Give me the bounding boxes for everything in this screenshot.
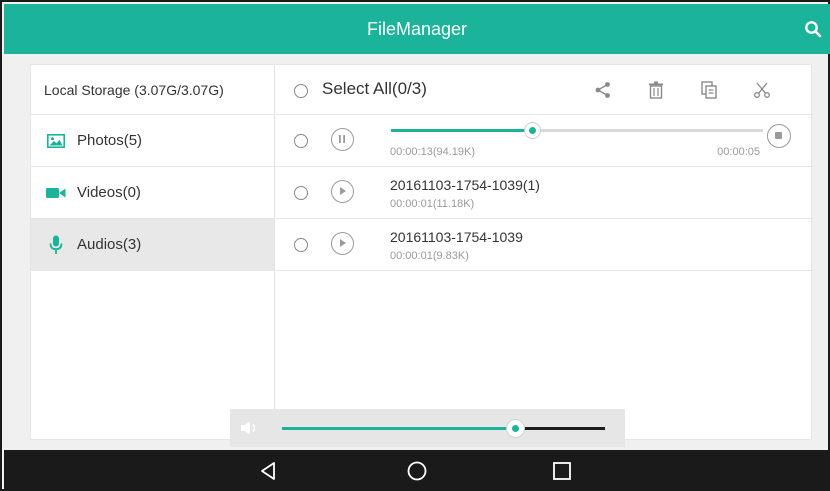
delete-icon[interactable] xyxy=(647,81,665,99)
sidebar-item-label: Audios(3) xyxy=(77,236,142,253)
copy-icon[interactable] xyxy=(700,81,718,99)
sidebar-item-audios[interactable]: Audios(3) xyxy=(31,219,274,271)
play-button[interactable] xyxy=(331,232,354,255)
audio-row[interactable]: 20161103-1754-1039(1) 00:00:01(11.18K) xyxy=(276,167,813,219)
speaker-icon xyxy=(241,421,256,435)
select-all-label[interactable]: Select All(0/3) xyxy=(322,79,427,99)
storage-header: Local Storage (3.07G/3.07G) xyxy=(31,65,274,115)
microphone-icon xyxy=(45,234,67,256)
sidebar-item-label: Photos(5) xyxy=(77,132,143,149)
back-icon[interactable] xyxy=(258,460,280,482)
video-camera-icon xyxy=(45,182,67,204)
audio-row[interactable]: 20161103-1754-1039 00:00:01(9.83K) xyxy=(276,219,813,271)
play-icon xyxy=(340,239,346,247)
sidebar: Local Storage (3.07G/3.07G) Photos(5) Vi… xyxy=(31,65,275,439)
share-icon[interactable] xyxy=(594,81,612,99)
audio-file-meta: 00:00:01(11.18K) xyxy=(390,198,475,210)
row-select-radio[interactable] xyxy=(294,134,308,148)
content-panel: Local Storage (3.07G/3.07G) Photos(5) Vi… xyxy=(30,64,813,440)
playback-progress-handle[interactable] xyxy=(525,123,541,138)
search-icon[interactable] xyxy=(804,20,822,38)
app-title: FileManager xyxy=(366,19,468,39)
file-toolbar: Select All(0/3) xyxy=(276,65,813,115)
sidebar-item-videos[interactable]: Videos(0) xyxy=(31,167,274,219)
cut-icon[interactable] xyxy=(753,81,771,99)
volume-level-fill xyxy=(282,427,515,430)
audio-file-name: 20161103-1754-1039(1) xyxy=(390,177,540,193)
sidebar-item-label: Videos(0) xyxy=(77,184,141,201)
recent-apps-icon[interactable] xyxy=(551,460,573,482)
play-button[interactable] xyxy=(331,180,354,203)
screen-frame: FileManager Local Storage (3.07G/3.07G) … xyxy=(0,0,830,491)
play-icon xyxy=(340,187,346,195)
volume-slider-handle[interactable] xyxy=(506,420,524,437)
playback-progress-bar[interactable] xyxy=(391,123,763,138)
stop-button[interactable] xyxy=(767,124,791,148)
volume-slider-panel xyxy=(230,409,625,447)
pause-button[interactable] xyxy=(331,128,354,151)
elapsed-time: 00:00:13(94.19K) xyxy=(390,146,476,158)
image-icon xyxy=(45,130,67,152)
playback-progress-fill xyxy=(391,129,533,132)
home-icon[interactable] xyxy=(406,460,428,482)
audio-file-meta: 00:00:01(9.83K) xyxy=(390,250,469,262)
row-select-radio[interactable] xyxy=(294,186,308,200)
file-list-panel: Select All(0/3) 00:00:13(94.19K) 00:00:0… xyxy=(276,65,813,439)
sidebar-item-photos[interactable]: Photos(5) xyxy=(31,115,274,167)
pause-icon xyxy=(339,135,345,143)
duration-time: 00:00:05 xyxy=(717,146,760,158)
audio-file-name: 20161103-1754-1039 xyxy=(390,229,523,245)
row-select-radio[interactable] xyxy=(294,238,308,252)
select-all-radio[interactable] xyxy=(294,84,308,98)
volume-slider[interactable] xyxy=(282,420,605,437)
system-nav-bar xyxy=(4,450,830,491)
audio-row-playing[interactable]: 00:00:13(94.19K) 00:00:05 xyxy=(276,115,813,167)
title-bar: FileManager xyxy=(4,4,830,54)
